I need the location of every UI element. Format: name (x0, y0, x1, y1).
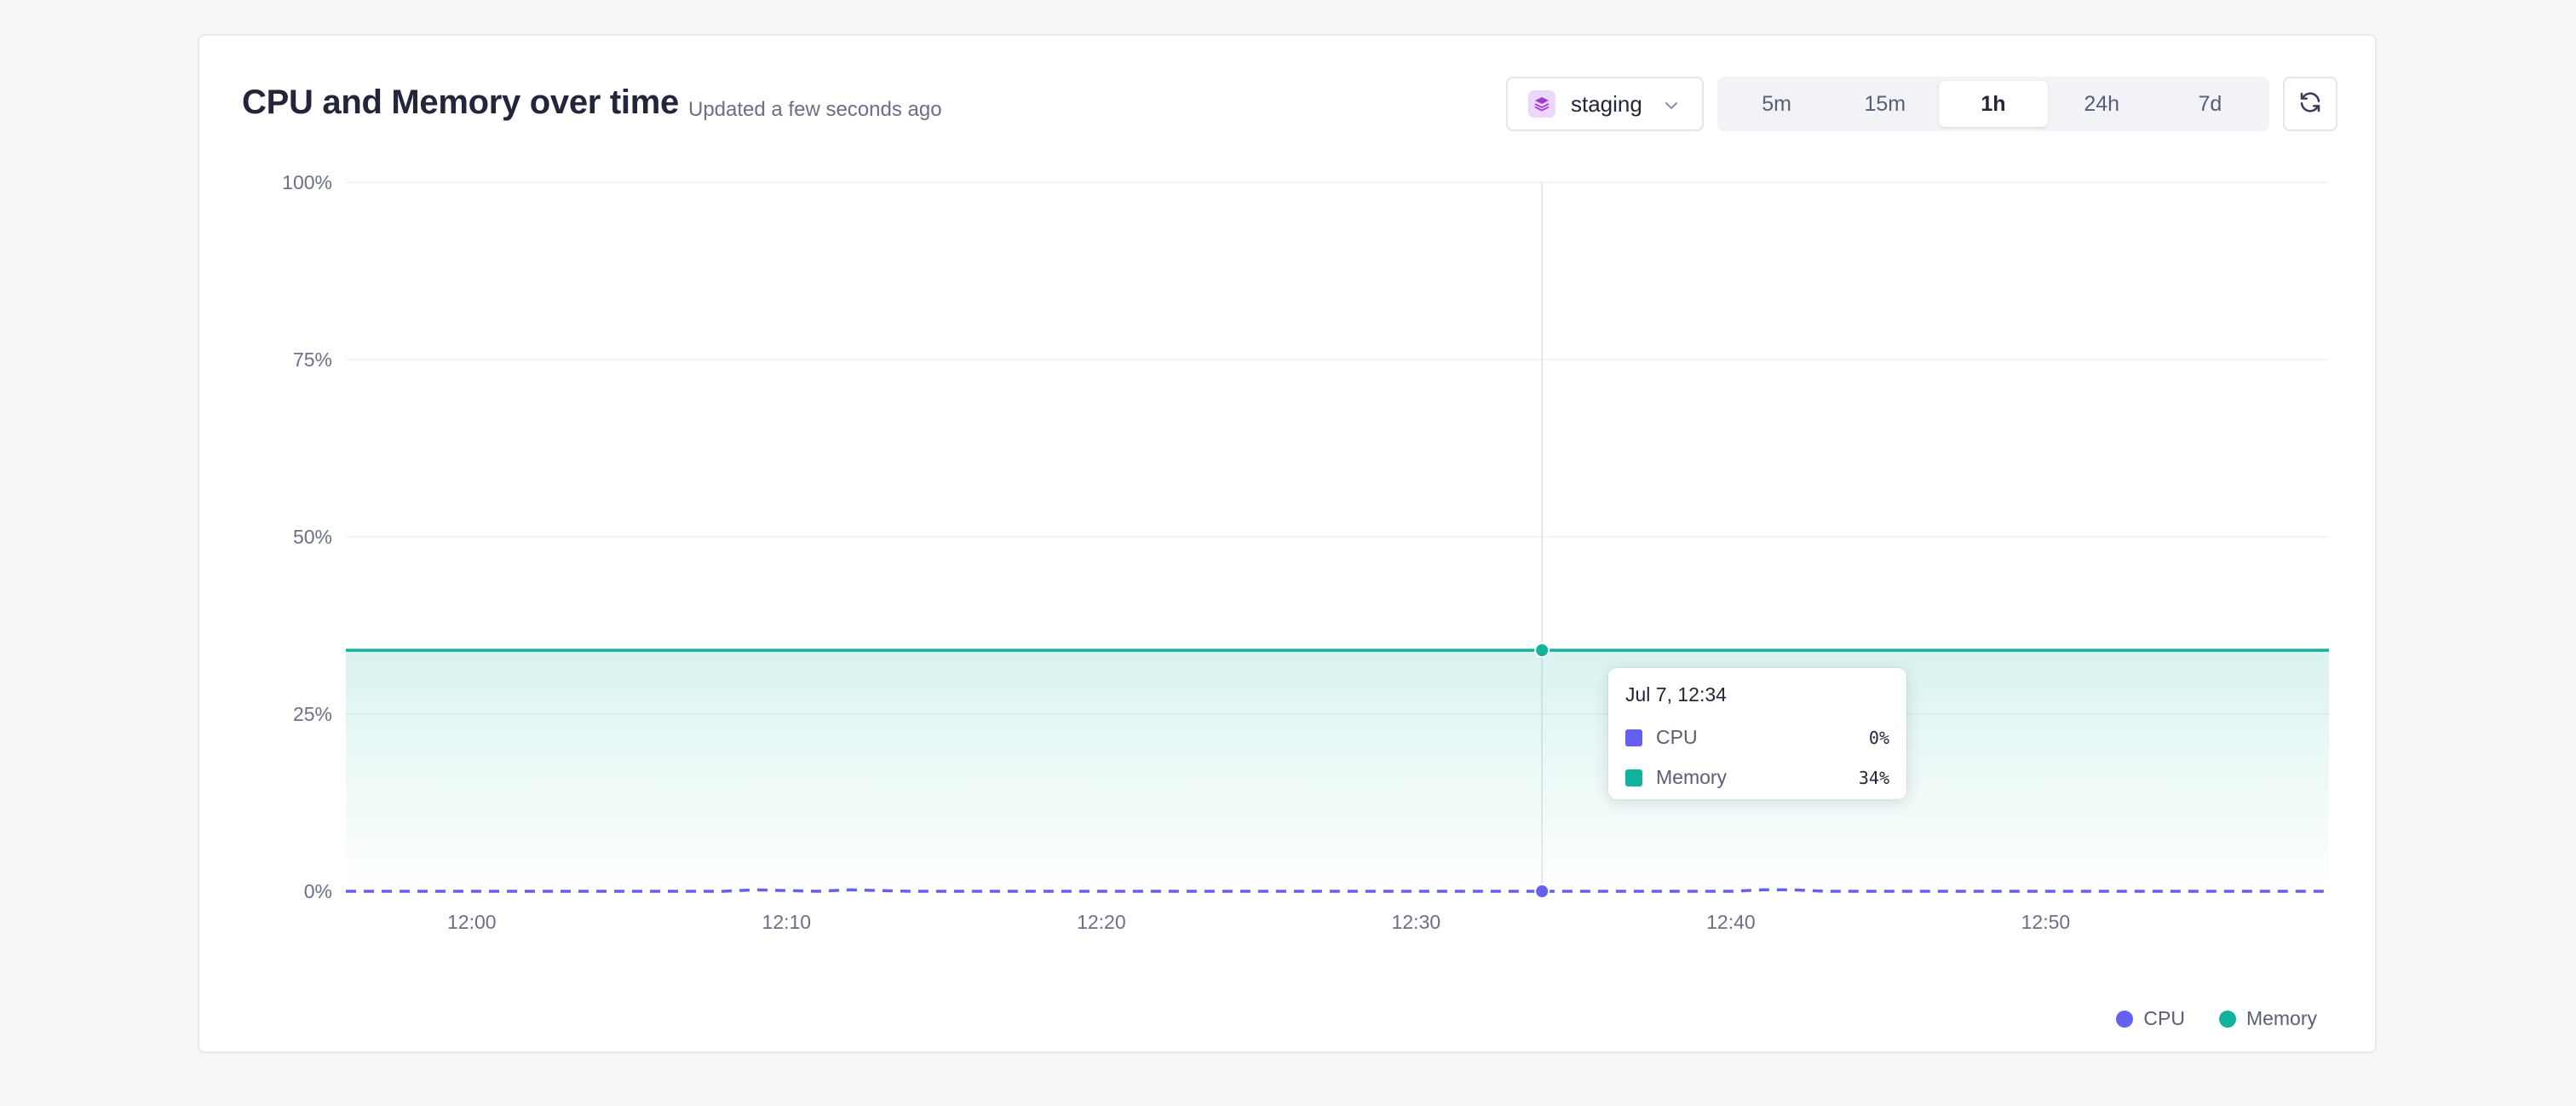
cpu-swatch (1625, 729, 1642, 746)
legend-cpu-label: CPU (2143, 1007, 2185, 1029)
x-tick-label: 12:10 (762, 911, 812, 933)
memory-area (346, 650, 2329, 891)
cpu-legend-dot (2116, 1010, 2134, 1028)
y-tick-label: 75% (293, 349, 332, 371)
tooltip-cpu-label: CPU (1656, 726, 1698, 748)
memory-legend-dot (2218, 1010, 2236, 1028)
x-tick-label: 12:40 (1706, 911, 1756, 933)
x-tick-label: 12:50 (2021, 911, 2071, 933)
x-tick-label: 12:00 (447, 911, 497, 933)
x-tick-label: 12:20 (1077, 911, 1126, 933)
tooltip-row-memory: Memory 34% (1625, 757, 1889, 798)
tooltip-memory-value: 34% (1858, 767, 1889, 788)
y-tick-label: 25% (293, 703, 332, 725)
chart-tooltip: Jul 7, 12:34 CPU 0% Memory 34% (1608, 668, 1906, 799)
memory-swatch (1625, 769, 1642, 786)
tooltip-row-cpu: CPU 0% (1625, 717, 1889, 757)
tooltip-memory-label: Memory (1656, 766, 1728, 788)
cpu-memory-chart[interactable]: 100% 75% 50% 25% 0% 12:00 12:10 12:20 12:30 12:40… (199, 36, 2378, 1055)
y-tick-label: 50% (293, 526, 332, 548)
y-tick-label: 0% (304, 880, 332, 902)
tooltip-cpu-value: 0% (1868, 727, 1889, 748)
x-tick-label: 12:30 (1392, 911, 1441, 933)
metrics-card: CPU and Memory over time Updated a few s… (198, 34, 2377, 1053)
legend-memory-label: Memory (2245, 1007, 2317, 1029)
legend-item-cpu[interactable]: CPU (2116, 1007, 2185, 1030)
legend-item-memory[interactable]: Memory (2218, 1007, 2317, 1030)
memory-hover-point (1534, 642, 1550, 659)
tooltip-title: Jul 7, 12:34 (1625, 683, 1727, 706)
y-tick-label: 100% (282, 171, 332, 193)
cpu-hover-point (1534, 884, 1550, 899)
chart-legend: CPU Memory (2082, 1007, 2317, 1030)
